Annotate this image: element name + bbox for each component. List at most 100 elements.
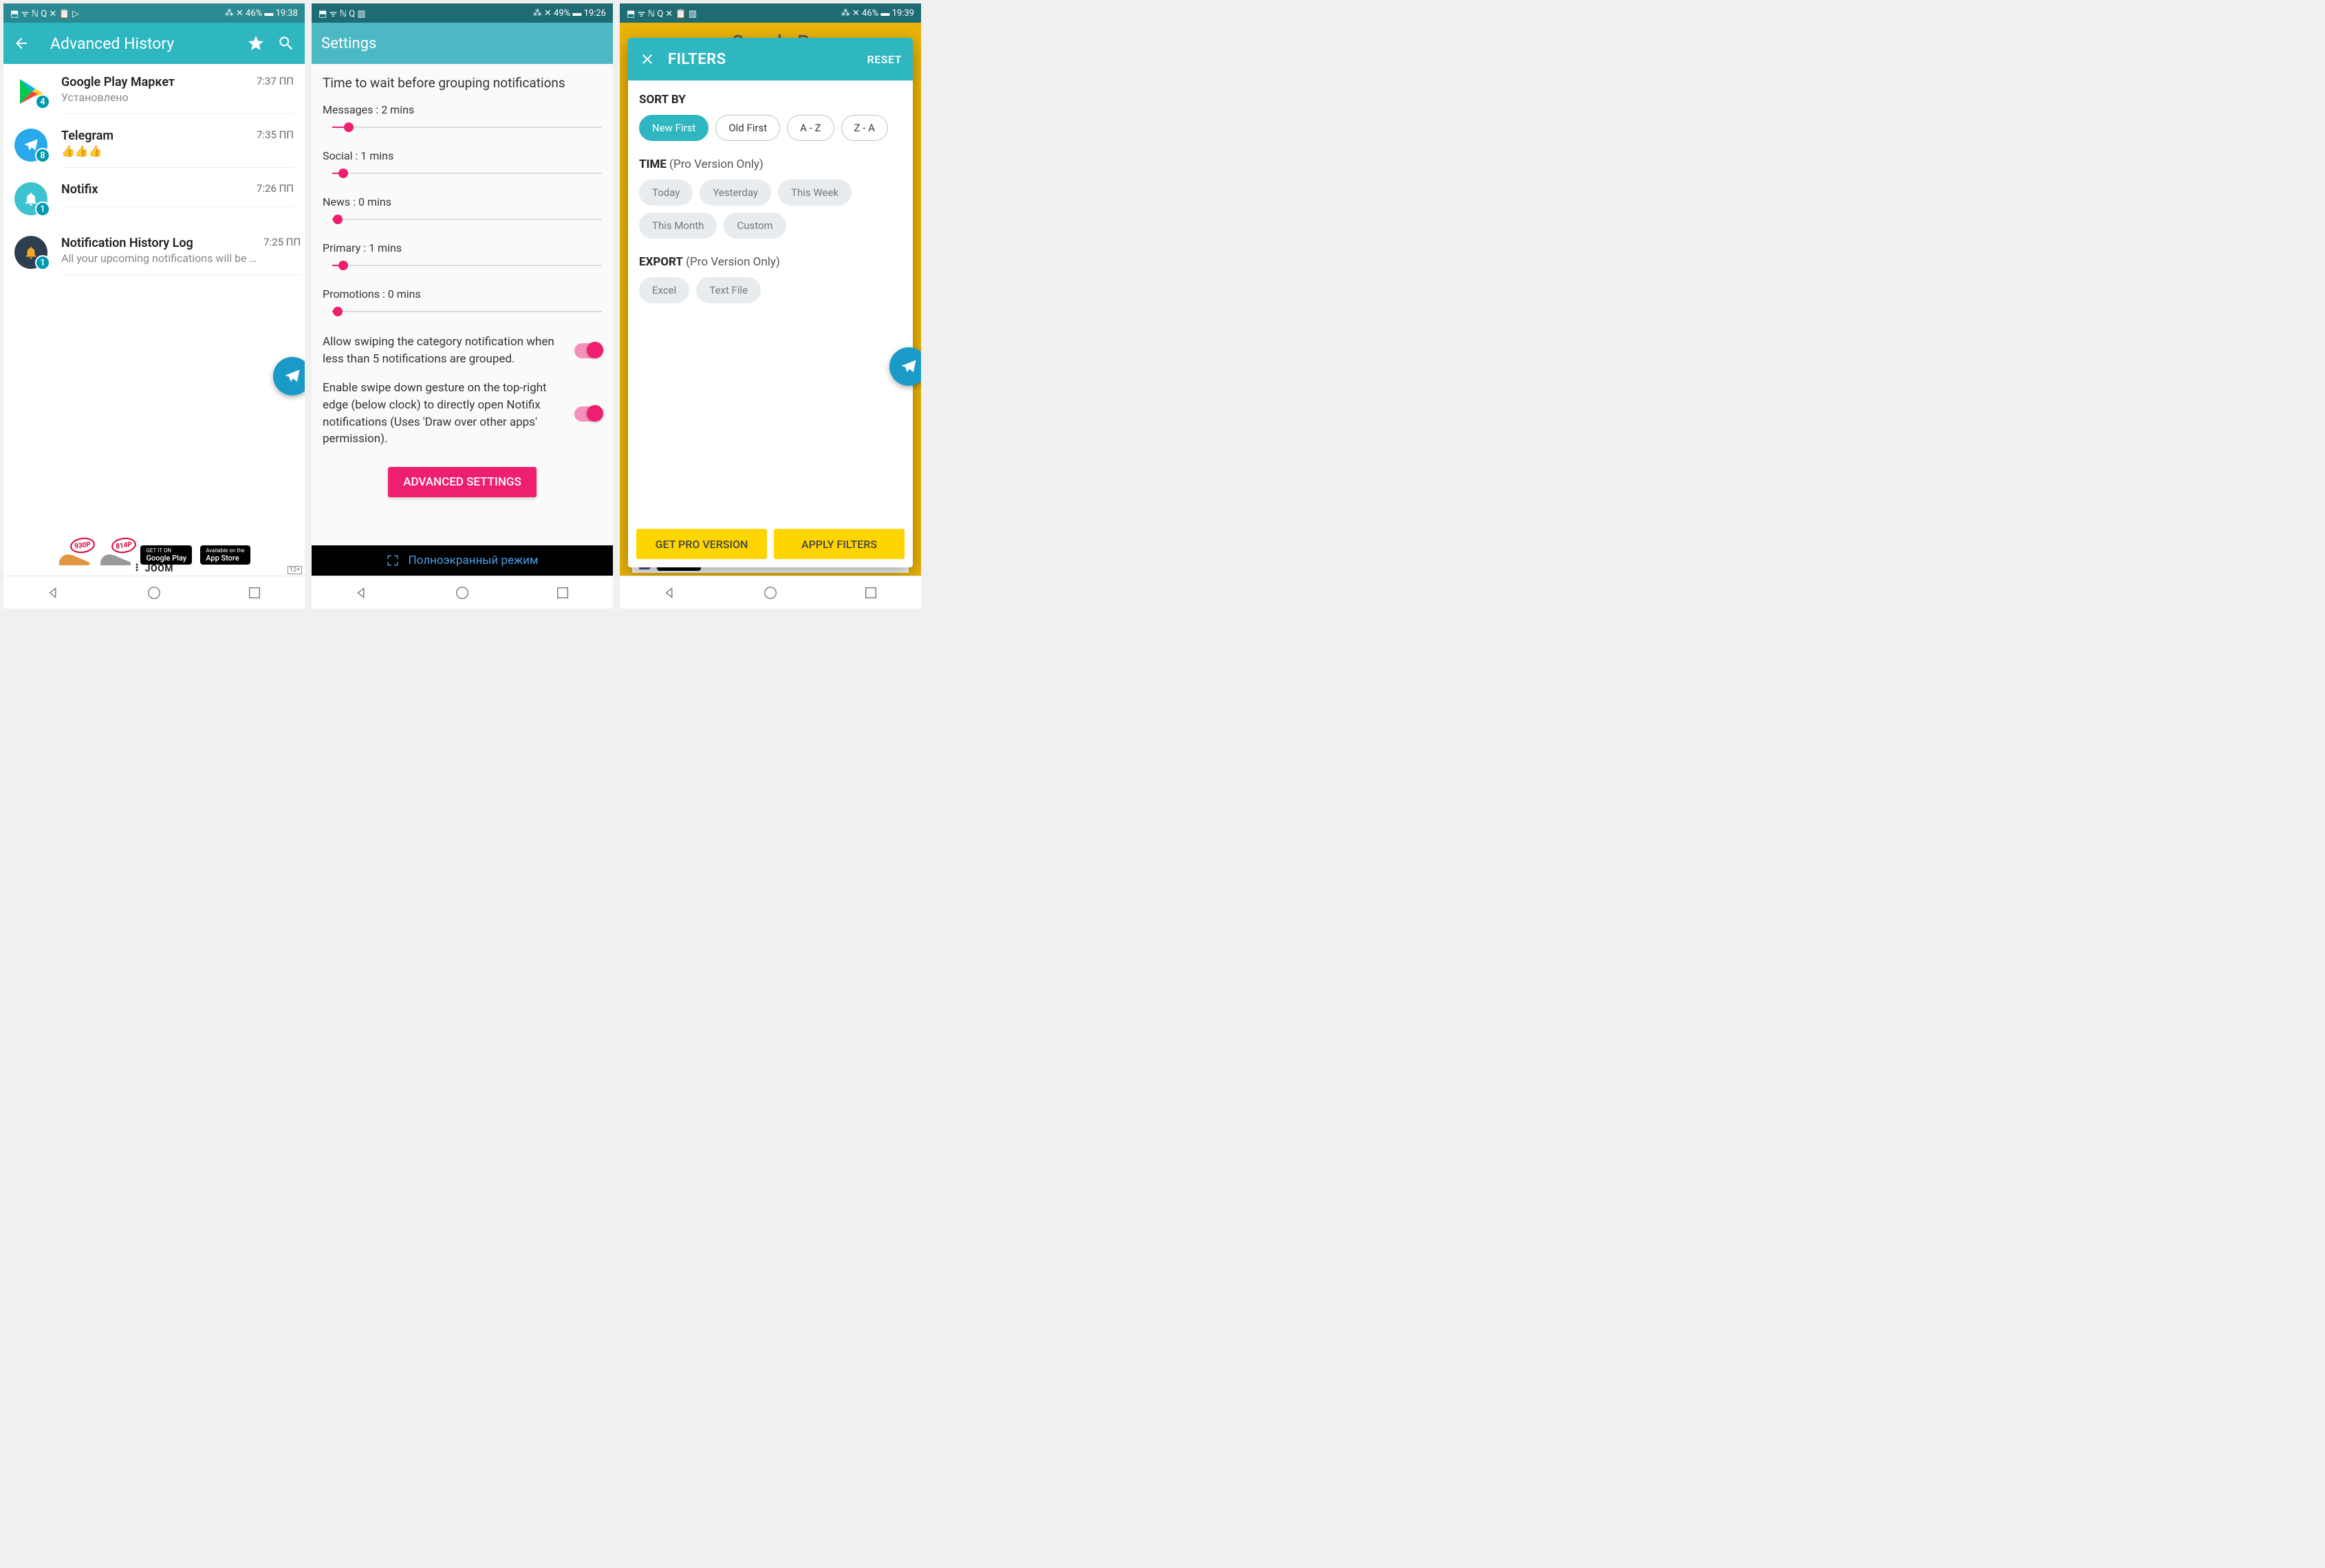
history-list[interactable]: 4 Google Play Маркет Установлено 7:37 ПП… bbox=[3, 64, 305, 534]
item-subtitle: All your upcoming notifications will be … bbox=[61, 252, 257, 265]
close-icon[interactable] bbox=[639, 51, 656, 67]
toggle-label: Enable swipe down gesture on the top-rig… bbox=[323, 380, 566, 448]
item-title: Telegram bbox=[61, 129, 250, 143]
expand-icon bbox=[387, 554, 399, 567]
toggle-label: Allow swiping the category notification … bbox=[323, 334, 566, 367]
telegram-icon bbox=[899, 357, 918, 376]
slider-primary[interactable]: Primary : 1 mins bbox=[323, 241, 602, 272]
nav-home-icon[interactable] bbox=[147, 585, 162, 600]
screen-filters: ⬒ ᯤ ℕ Q ✕ 📋 ▥ ⁂ ✕ 46% ▬ 19:39 Google P G… bbox=[620, 3, 921, 609]
list-item[interactable]: 1 Notification History Log All your upco… bbox=[3, 225, 305, 279]
slider-messages[interactable]: Messages : 2 mins bbox=[323, 103, 602, 134]
status-right: ⁂ ✕ 46% ▬ 19:39 bbox=[841, 8, 914, 19]
sort-chips: New First Old First A - Z Z - A bbox=[639, 115, 902, 141]
nav-recents-icon[interactable] bbox=[555, 585, 570, 600]
status-right: ⁂ ✕ 46% ▬ 19:38 bbox=[225, 8, 298, 19]
appbar: Settings bbox=[312, 23, 613, 64]
chip-a-z[interactable]: A - Z bbox=[787, 115, 834, 141]
settings-heading: Time to wait before grouping notificatio… bbox=[323, 75, 602, 91]
slider-promotions[interactable]: Promotions : 0 mins bbox=[323, 287, 602, 318]
nav-back-icon[interactable] bbox=[354, 585, 369, 600]
app-store-badge[interactable]: Available on the App Store bbox=[200, 545, 250, 565]
chip-custom[interactable]: Custom bbox=[724, 213, 786, 239]
toggle-swipe-category[interactable]: Allow swiping the category notification … bbox=[323, 334, 602, 367]
apply-filters-button[interactable]: APPLY FILTERS bbox=[774, 529, 905, 559]
chip-yesterday[interactable]: Yesterday bbox=[700, 179, 771, 206]
get-pro-button[interactable]: GET PRO VERSION bbox=[636, 529, 767, 559]
nav-back-icon[interactable] bbox=[46, 585, 61, 600]
filters-body[interactable]: SORT BY New First Old First A - Z Z - A … bbox=[628, 80, 913, 521]
export-chips: Excel Text File bbox=[639, 277, 902, 303]
status-left-icons: ⬒ ᯤ ℕ Q ▥ bbox=[318, 7, 366, 19]
list-item[interactable]: 8 Telegram 👍👍👍 7:35 ПП bbox=[3, 118, 305, 171]
item-title: Notification History Log bbox=[61, 236, 257, 250]
filters-dialog: FILTERS RESET SORT BY New First Old Firs… bbox=[628, 38, 913, 567]
nav-home-icon[interactable] bbox=[763, 585, 778, 600]
item-time: 7:37 ПП bbox=[257, 75, 294, 104]
slider-label: Social : 1 mins bbox=[323, 149, 602, 162]
slider-label: News : 0 mins bbox=[323, 195, 602, 208]
telegram-icon bbox=[283, 367, 302, 386]
time-chips: Today Yesterday This Week This Month Cus… bbox=[639, 179, 902, 239]
chip-text-file[interactable]: Text File bbox=[696, 277, 761, 303]
list-item[interactable]: 4 Google Play Маркет Установлено 7:37 ПП bbox=[3, 64, 305, 118]
slider-label: Messages : 2 mins bbox=[323, 103, 602, 116]
ad-shoe-1: 930Р bbox=[58, 543, 91, 567]
screen-settings: ⬒ ᯤ ℕ Q ▥ ⁂ ✕ 49% ▬ 19:26 Settings Time … bbox=[312, 3, 613, 609]
avatar: 1 bbox=[14, 182, 47, 215]
nav-recents-icon[interactable] bbox=[247, 585, 262, 600]
toggle-swipe-down[interactable]: Enable swipe down gesture on the top-rig… bbox=[323, 380, 602, 448]
item-subtitle: 👍👍👍 bbox=[61, 144, 250, 157]
status-right: ⁂ ✕ 49% ▬ 19:26 bbox=[533, 8, 606, 19]
chip-this-week[interactable]: This Week bbox=[778, 179, 852, 206]
item-time: 7:25 ПП bbox=[263, 236, 301, 265]
export-label: EXPORT (Pro Version Only) bbox=[639, 255, 902, 269]
item-title: Notifix bbox=[61, 182, 250, 197]
nav-home-icon[interactable] bbox=[455, 585, 470, 600]
status-left-icons: ⬒ ᯤ ℕ Q ✕ 📋 ▷ bbox=[10, 7, 79, 19]
back-icon[interactable] bbox=[13, 35, 30, 52]
avatar: 4 bbox=[14, 75, 47, 108]
chip-this-month[interactable]: This Month bbox=[639, 213, 717, 239]
item-subtitle: Установлено bbox=[61, 91, 250, 104]
ad-banner[interactable]: 930Р 814Р GET IT ON Google Play Availabl… bbox=[3, 534, 305, 576]
statusbar: ⬒ ᯤ ℕ Q ✕ 📋 ▥ ⁂ ✕ 46% ▬ 19:39 bbox=[620, 3, 921, 23]
chip-new-first[interactable]: New First bbox=[639, 115, 709, 141]
sort-by-label: SORT BY bbox=[639, 93, 902, 107]
filters-header: FILTERS RESET bbox=[628, 38, 913, 80]
fullscreen-bar[interactable]: Полноэкранный режим bbox=[312, 545, 613, 576]
item-title: Google Play Маркет bbox=[61, 75, 250, 89]
switch-on-icon[interactable] bbox=[574, 343, 602, 358]
screen-advanced-history: ⬒ ᯤ ℕ Q ✕ 📋 ▷ ⁂ ✕ 46% ▬ 19:38 Advanced H… bbox=[3, 3, 305, 609]
appbar-title: Advanced History bbox=[50, 34, 235, 53]
reset-button[interactable]: RESET bbox=[867, 53, 902, 66]
settings-body[interactable]: Time to wait before grouping notificatio… bbox=[312, 64, 613, 545]
status-left-icons: ⬒ ᯤ ℕ Q ✕ 📋 ▥ bbox=[627, 7, 697, 19]
slider-news[interactable]: News : 0 mins bbox=[323, 195, 602, 226]
search-icon[interactable] bbox=[277, 34, 295, 52]
filters-footer: GET PRO VERSION APPLY FILTERS bbox=[628, 521, 913, 567]
star-icon[interactable] bbox=[247, 34, 265, 52]
age-rating: 12+ bbox=[288, 566, 302, 574]
filters-title: FILTERS bbox=[668, 51, 867, 68]
ad-shoe-2: 814Р bbox=[99, 543, 132, 567]
chip-excel[interactable]: Excel bbox=[639, 277, 689, 303]
chip-z-a[interactable]: Z - A bbox=[841, 115, 888, 141]
advanced-settings-button[interactable]: ADVANCED SETTINGS bbox=[388, 467, 537, 497]
slider-label: Primary : 1 mins bbox=[323, 241, 602, 254]
switch-on-icon[interactable] bbox=[574, 406, 602, 422]
navbar bbox=[620, 576, 921, 609]
list-item[interactable]: 1 Notifix 7:26 ПП bbox=[3, 171, 305, 225]
avatar: 1 bbox=[14, 236, 47, 269]
item-time: 7:35 ПП bbox=[257, 129, 294, 157]
navbar bbox=[3, 576, 305, 609]
nav-recents-icon[interactable] bbox=[863, 585, 878, 600]
slider-social[interactable]: Social : 1 mins bbox=[323, 149, 602, 180]
google-play-badge[interactable]: GET IT ON Google Play bbox=[140, 545, 192, 565]
chip-old-first[interactable]: Old First bbox=[715, 115, 780, 141]
fullscreen-label: Полноэкранный режим bbox=[409, 554, 539, 567]
badge-count: 8 bbox=[35, 148, 50, 163]
statusbar: ⬒ ᯤ ℕ Q ▥ ⁂ ✕ 49% ▬ 19:26 bbox=[312, 3, 613, 23]
chip-today[interactable]: Today bbox=[639, 179, 693, 206]
nav-back-icon[interactable] bbox=[662, 585, 678, 600]
